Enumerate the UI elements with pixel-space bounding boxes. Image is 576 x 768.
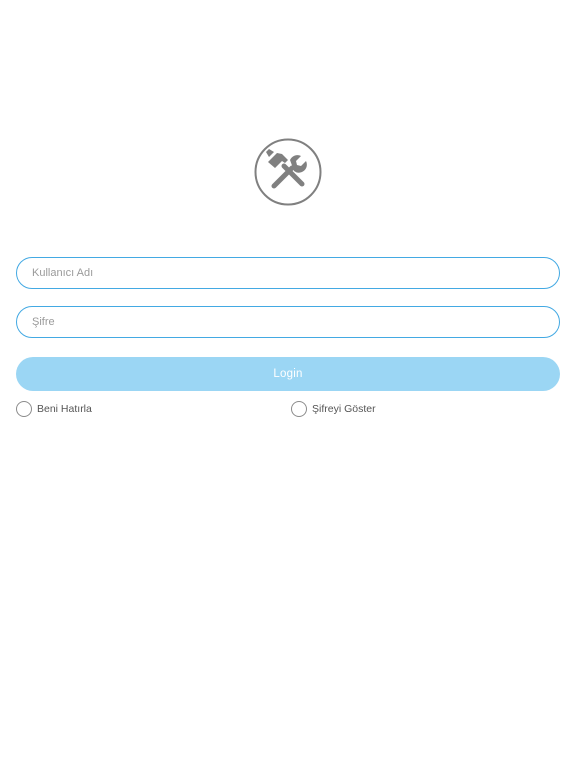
remember-me-label: Beni Hatırla <box>37 403 92 415</box>
login-button[interactable]: Login <box>16 357 560 391</box>
remember-me-checkbox[interactable]: Beni Hatırla <box>16 401 92 417</box>
hammer-wrench-icon <box>254 138 322 206</box>
remember-me-radio-icon[interactable] <box>16 401 32 417</box>
show-password-checkbox[interactable]: Şifreyi Göster <box>291 401 376 417</box>
password-input[interactable] <box>16 306 560 338</box>
app-logo <box>254 138 322 206</box>
show-password-label: Şifreyi Göster <box>312 403 376 415</box>
show-password-radio-icon[interactable] <box>291 401 307 417</box>
username-input[interactable] <box>16 257 560 289</box>
